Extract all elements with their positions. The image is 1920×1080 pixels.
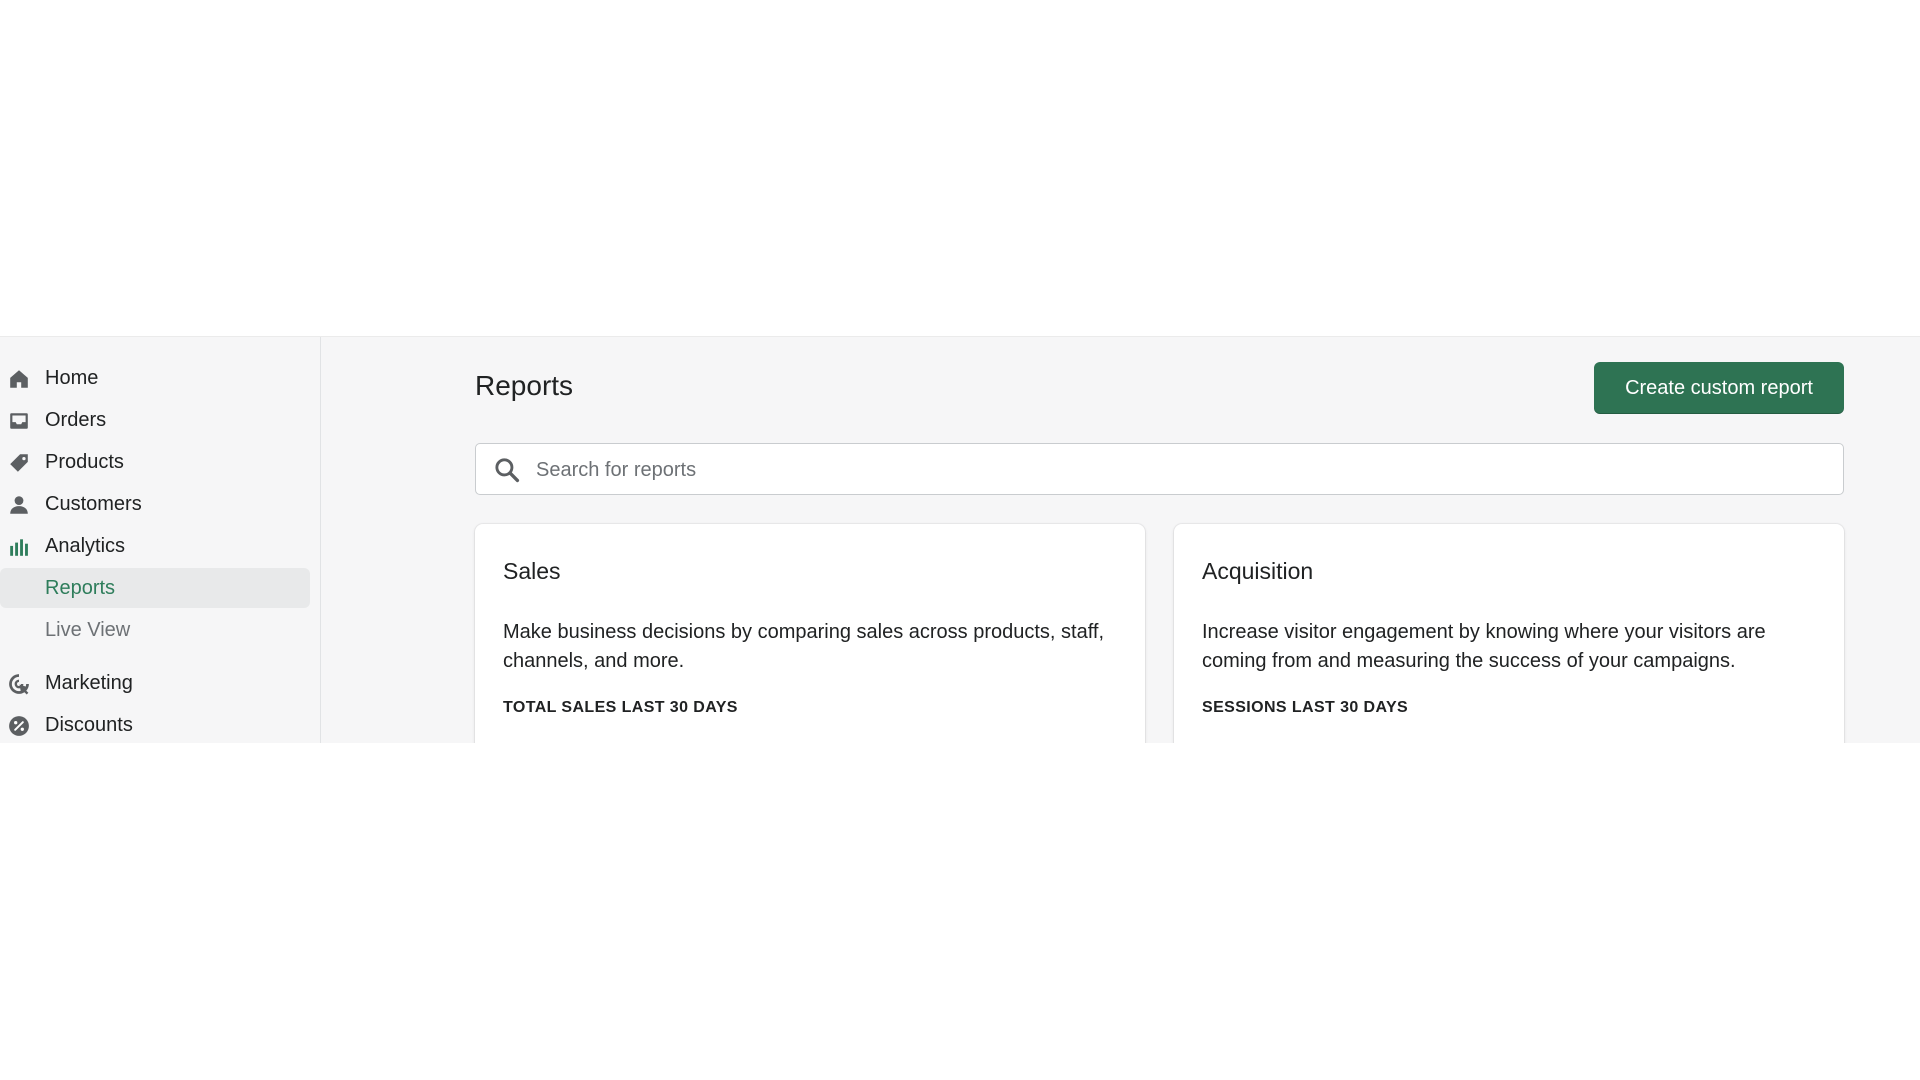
sidebar-item-customers[interactable]: Customers xyxy=(0,484,310,524)
card-title: Acquisition xyxy=(1202,558,1314,584)
sidebar-item-label: Analytics xyxy=(45,535,126,557)
sidebar-item-live-view[interactable]: Live View xyxy=(0,610,310,650)
inbox-icon xyxy=(10,413,28,429)
sidebar-item-home[interactable]: Home xyxy=(0,358,310,398)
card-description: Make business decisions by comparing sal… xyxy=(503,621,1105,672)
sidebar-item-reports[interactable]: Reports xyxy=(0,568,310,608)
card-metric-label: TOTAL SALES LAST 30 DAYS xyxy=(503,699,738,716)
sidebar-item-label: Customers xyxy=(45,493,142,515)
target-icon xyxy=(9,674,29,695)
sidebar-item-label: Live View xyxy=(45,619,131,641)
bar-chart-icon xyxy=(10,539,28,556)
search-input[interactable] xyxy=(534,452,1828,488)
sidebar-item-label: Orders xyxy=(45,409,107,431)
report-card-acquisition[interactable]: Acquisition Increase visitor engagement … xyxy=(1174,524,1844,743)
sidebar-item-analytics[interactable]: Analytics xyxy=(0,526,310,566)
main-content: Reports Create custom report Sales Make … xyxy=(321,337,1920,743)
create-custom-report-button[interactable]: Create custom report xyxy=(1594,362,1844,414)
report-card-sales[interactable]: Sales Make business decisions by compari… xyxy=(475,524,1145,743)
sidebar-item-orders[interactable]: Orders xyxy=(0,400,310,440)
sidebar-item-label: Marketing xyxy=(45,672,133,694)
home-icon xyxy=(10,370,28,388)
person-icon xyxy=(10,496,28,514)
sidebar-item-discounts[interactable]: Discounts xyxy=(0,705,310,743)
app-window: Home Orders Products Customers Analytics… xyxy=(0,336,1920,743)
card-description: Increase visitor engagement by knowing w… xyxy=(1202,621,1766,672)
sidebar-item-label: Home xyxy=(45,367,99,389)
page-title: Reports xyxy=(475,370,574,401)
tag-icon xyxy=(10,454,28,472)
sidebar-item-products[interactable]: Products xyxy=(0,442,310,482)
sidebar: Home Orders Products Customers Analytics… xyxy=(0,337,321,743)
sidebar-item-label: Reports xyxy=(45,577,116,599)
sidebar-item-marketing[interactable]: Marketing xyxy=(0,663,310,703)
card-title: Sales xyxy=(503,558,561,584)
search-icon xyxy=(495,458,520,483)
card-metric-label: SESSIONS LAST 30 DAYS xyxy=(1202,699,1409,716)
sidebar-item-label: Discounts xyxy=(45,714,133,736)
search-box[interactable] xyxy=(475,443,1844,495)
sidebar-item-label: Products xyxy=(45,451,124,473)
discount-icon xyxy=(9,716,29,736)
